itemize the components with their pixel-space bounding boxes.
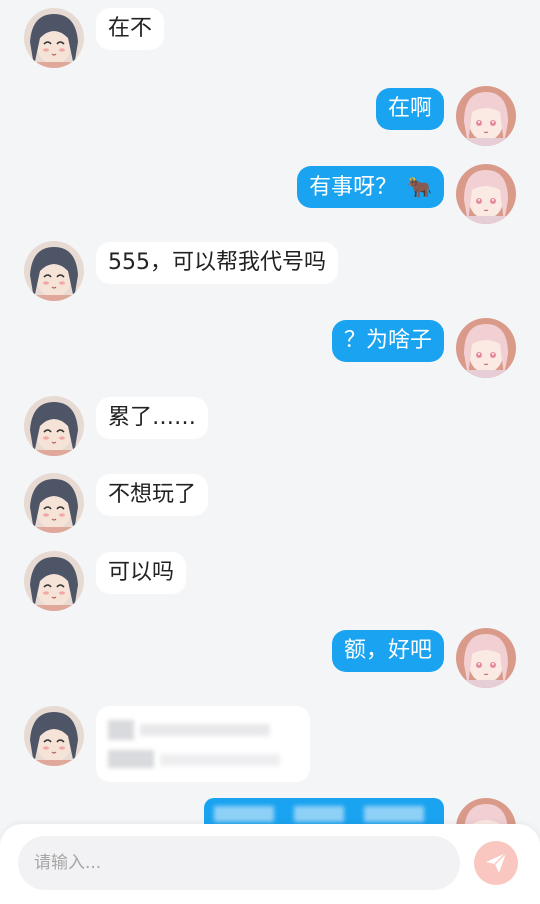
ox-emoji-icon: 🐂 bbox=[407, 175, 432, 199]
my-avatar[interactable] bbox=[456, 86, 516, 146]
chat-message-list[interactable]: 在不 在啊 有事呀？ 🐂 555，可以帮我代号吗 ？为啥子 累了…… 不想玩了 … bbox=[0, 0, 540, 904]
message-bubble[interactable]: 累了…… bbox=[96, 397, 209, 439]
contact-avatar[interactable] bbox=[24, 473, 84, 533]
send-button[interactable] bbox=[474, 841, 518, 885]
paper-plane-icon bbox=[484, 851, 508, 875]
my-avatar[interactable] bbox=[456, 318, 516, 378]
contact-avatar[interactable] bbox=[24, 396, 84, 456]
my-avatar[interactable] bbox=[456, 164, 516, 224]
message-input-bar bbox=[0, 824, 540, 904]
contact-avatar[interactable] bbox=[24, 551, 84, 611]
message-bubble[interactable]: 在啊 bbox=[375, 88, 444, 130]
contact-avatar[interactable] bbox=[24, 8, 84, 68]
message-bubble[interactable]: 可以吗 bbox=[96, 552, 187, 594]
message-bubble[interactable]: 在不 bbox=[96, 8, 165, 50]
message-bubble[interactable]: 额，好吧 bbox=[331, 630, 444, 672]
message-bubble[interactable]: 555，可以帮我代号吗 bbox=[96, 242, 338, 284]
redacted-message-bubble[interactable] bbox=[96, 706, 310, 782]
message-bubble[interactable]: 有事呀？ 🐂 bbox=[297, 166, 444, 208]
contact-avatar[interactable] bbox=[24, 241, 84, 301]
my-avatar[interactable] bbox=[456, 628, 516, 688]
contact-avatar[interactable] bbox=[24, 706, 84, 766]
message-text: 有事呀？ bbox=[309, 175, 398, 200]
message-bubble[interactable]: ？为啥子 bbox=[331, 320, 444, 362]
message-bubble[interactable]: 不想玩了 bbox=[96, 474, 209, 516]
message-input[interactable] bbox=[18, 836, 460, 890]
